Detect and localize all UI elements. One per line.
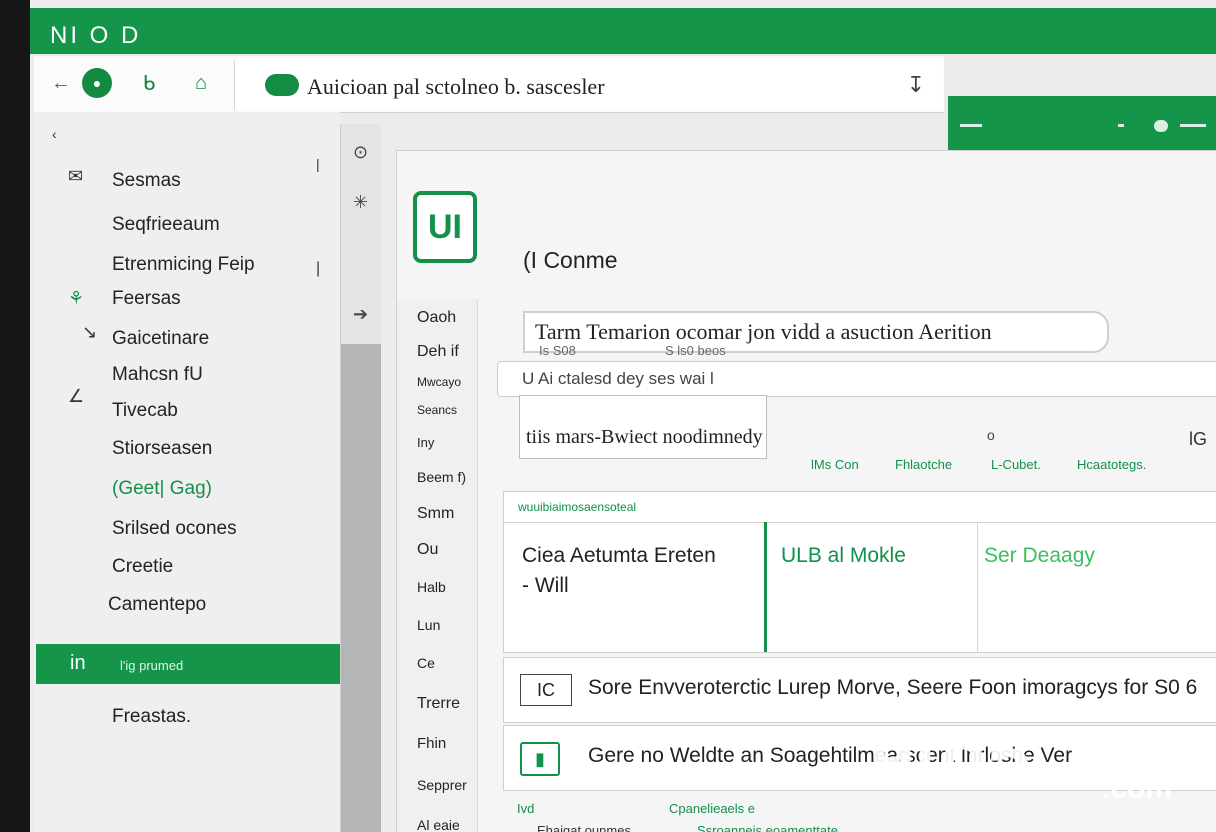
sidebar-item-8[interactable]: Stiorseasen bbox=[112, 438, 212, 460]
filter-pill[interactable]: Fhlaotche bbox=[895, 457, 952, 472]
watermark-text: 9to5 bbox=[870, 713, 1030, 801]
sidebar-item-4[interactable]: Feersas bbox=[112, 288, 181, 310]
mail-icon: ✉ bbox=[68, 166, 84, 186]
sub-navigation: Oaoh Deh if Mwcayo Seancs Iny Beem f) Sm… bbox=[397, 299, 478, 832]
search-input[interactable]: U Ai ctalesd dey ses wai l bbox=[497, 361, 1216, 397]
subnav-item[interactable]: Deh if bbox=[417, 343, 459, 361]
watermark-suffix: .com bbox=[1102, 772, 1172, 805]
site-logo-icon bbox=[265, 74, 299, 96]
filter-pill[interactable]: Hcaatotegs. bbox=[1077, 457, 1146, 472]
sidebar-item-active[interactable]: in l'ig prumed bbox=[36, 644, 340, 684]
row-file-icon: ▮ bbox=[520, 742, 560, 776]
card-title: Ciea Aetumta Ereten bbox=[522, 544, 716, 567]
app-title: NI O D bbox=[50, 22, 142, 49]
settings-icon[interactable]: ✳ bbox=[353, 192, 368, 213]
panel-dash-icon bbox=[960, 124, 982, 127]
footer-link[interactable]: Cpanelieaels e bbox=[669, 801, 755, 816]
sidebar-item-12[interactable]: Camentepo bbox=[108, 594, 206, 616]
sidebar-marker: | bbox=[316, 260, 321, 277]
subnav-item[interactable]: Mwcayo bbox=[417, 375, 461, 389]
panel-toggle-icon[interactable] bbox=[1154, 120, 1168, 132]
bookmark-icon[interactable]: ᑲ bbox=[134, 68, 164, 98]
row-text: Sore Envveroterctic Lurep Morve, Seere F… bbox=[588, 676, 1198, 699]
arrow-icon: ↘ bbox=[82, 322, 98, 342]
rail-lower: ➔ bbox=[341, 304, 381, 832]
address-text: Auicioan pal sctolneo b. sascesler bbox=[307, 74, 605, 99]
footer-link[interactable]: Ssroanneis eoamenttate bbox=[697, 823, 838, 832]
subnav-item[interactable]: Ce bbox=[417, 655, 435, 671]
subnav-item[interactable]: Halb bbox=[417, 579, 446, 595]
filter-pill[interactable]: lMs Con bbox=[811, 457, 859, 472]
subnav-item[interactable]: Iny bbox=[417, 435, 434, 450]
subnav-item[interactable]: Smm bbox=[417, 505, 454, 523]
title-bar: NI O D bbox=[30, 8, 1216, 54]
description-meta: Is S08 bbox=[539, 343, 576, 358]
description-box: Tarm Temarion ocomar jon vidd a asuction… bbox=[523, 311, 1109, 353]
target-icon[interactable]: ⊙ bbox=[353, 142, 368, 163]
sidebar-item-5[interactable]: Gaicetinare bbox=[112, 328, 209, 350]
description-meta: S ls0 beos bbox=[665, 343, 726, 358]
subnav-item[interactable]: Trerre bbox=[417, 695, 460, 713]
sidebar-item-9[interactable]: (Geet| Gag) bbox=[112, 478, 212, 500]
subnav-item[interactable]: Ou bbox=[417, 541, 438, 559]
sidebar: ‹ | | ✉ Sesmas Seqfrieeaum Etrenmicing F… bbox=[34, 112, 340, 832]
subnav-item[interactable]: Al eaie bbox=[417, 817, 460, 832]
subnav-item[interactable]: Beem f) bbox=[417, 469, 466, 485]
address-bar[interactable]: Auicioan pal sctolneo b. sascesler ↧ bbox=[234, 60, 943, 110]
card-title: Ser Deaagy bbox=[984, 544, 1095, 567]
sidebar-marker: | bbox=[316, 156, 320, 172]
subnav-item[interactable]: Oaoh bbox=[417, 309, 456, 327]
row-badge: IC bbox=[520, 674, 572, 706]
download-icon[interactable]: ↧ bbox=[907, 72, 925, 98]
sidebar-active-sublabel: l'ig prumed bbox=[120, 658, 184, 673]
subnav-item[interactable]: Sepprer bbox=[417, 777, 467, 793]
sidebar-item-6[interactable]: Mahcsn fU bbox=[112, 364, 203, 386]
sidebar-item-13[interactable]: Freastas. bbox=[112, 706, 191, 728]
icon-rail: ⊙ ✳ ➔ bbox=[340, 124, 381, 832]
subnav-item[interactable]: Lun bbox=[417, 617, 440, 633]
mode-text: tiis mars-Bwiect noodimnedy bbox=[526, 426, 763, 448]
angle-icon: ∠ bbox=[68, 386, 85, 406]
card[interactable]: Ser Deaagy bbox=[976, 522, 1216, 652]
tab-icon[interactable]: ⌂ bbox=[186, 68, 216, 98]
panel-dot-icon bbox=[1118, 124, 1124, 127]
card-group-label: wuuibiaimosaensoteal bbox=[518, 500, 637, 514]
forward-icon[interactable]: ➔ bbox=[353, 304, 368, 325]
description-text: Tarm Temarion ocomar jon vidd a asuction… bbox=[535, 319, 992, 344]
sidebar-item-sesmas[interactable]: Sesmas bbox=[112, 170, 181, 192]
content-title: (I Conme bbox=[523, 247, 618, 273]
card-subtitle: - Will bbox=[522, 574, 569, 597]
card[interactable]: Ciea Aetumta Ereten - Will bbox=[504, 522, 765, 652]
footer-link[interactable]: Ehaigat ounmes bbox=[537, 823, 631, 832]
brand-logo-icon: UI bbox=[413, 191, 477, 263]
toolbar: ← ● ᑲ ⌂ Auicioan pal sctolneo b. sascesl… bbox=[34, 56, 944, 113]
card-group: wuuibiaimosaensoteal Ciea Aetumta Ereten… bbox=[503, 491, 1216, 653]
sidebar-item-11[interactable]: Creetie bbox=[112, 556, 173, 578]
collapse-icon[interactable]: ‹ bbox=[52, 126, 57, 142]
footer-link[interactable]: Ivd bbox=[517, 801, 534, 816]
mode-box[interactable]: tiis mars-Bwiect noodimnedy bbox=[519, 395, 767, 459]
filter-pill[interactable]: L-Cubet. bbox=[991, 457, 1041, 472]
radio-icon[interactable]: o bbox=[987, 427, 995, 443]
corner-icon[interactable]: lG bbox=[1189, 429, 1207, 450]
sidebar-item-3[interactable]: Etrenmicing Feip bbox=[112, 254, 255, 276]
sidebar-active-label: in bbox=[70, 652, 86, 674]
search-text: U Ai ctalesd dey ses wai l bbox=[522, 369, 714, 388]
sidebar-item-10[interactable]: Srilsed ocones bbox=[112, 518, 237, 540]
card[interactable]: ULB al Mokle bbox=[764, 522, 978, 652]
subnav-item[interactable]: Fhin bbox=[417, 735, 446, 752]
subnav-item[interactable]: Seancs bbox=[417, 403, 457, 417]
panel-dash-icon bbox=[1180, 124, 1206, 127]
card-group-header: wuuibiaimosaensoteal bbox=[504, 492, 1216, 523]
card-title: ULB al Mokle bbox=[781, 544, 906, 567]
watermark-logo: 9to5 .com bbox=[870, 713, 1172, 805]
sidebar-item-2[interactable]: Seqfrieeaum bbox=[112, 214, 220, 236]
sidebar-item-7[interactable]: Tivecab bbox=[112, 400, 178, 422]
plant-icon: ⚘ bbox=[68, 288, 85, 308]
back-icon[interactable]: ← bbox=[46, 68, 76, 98]
home-icon[interactable]: ● bbox=[82, 68, 112, 98]
